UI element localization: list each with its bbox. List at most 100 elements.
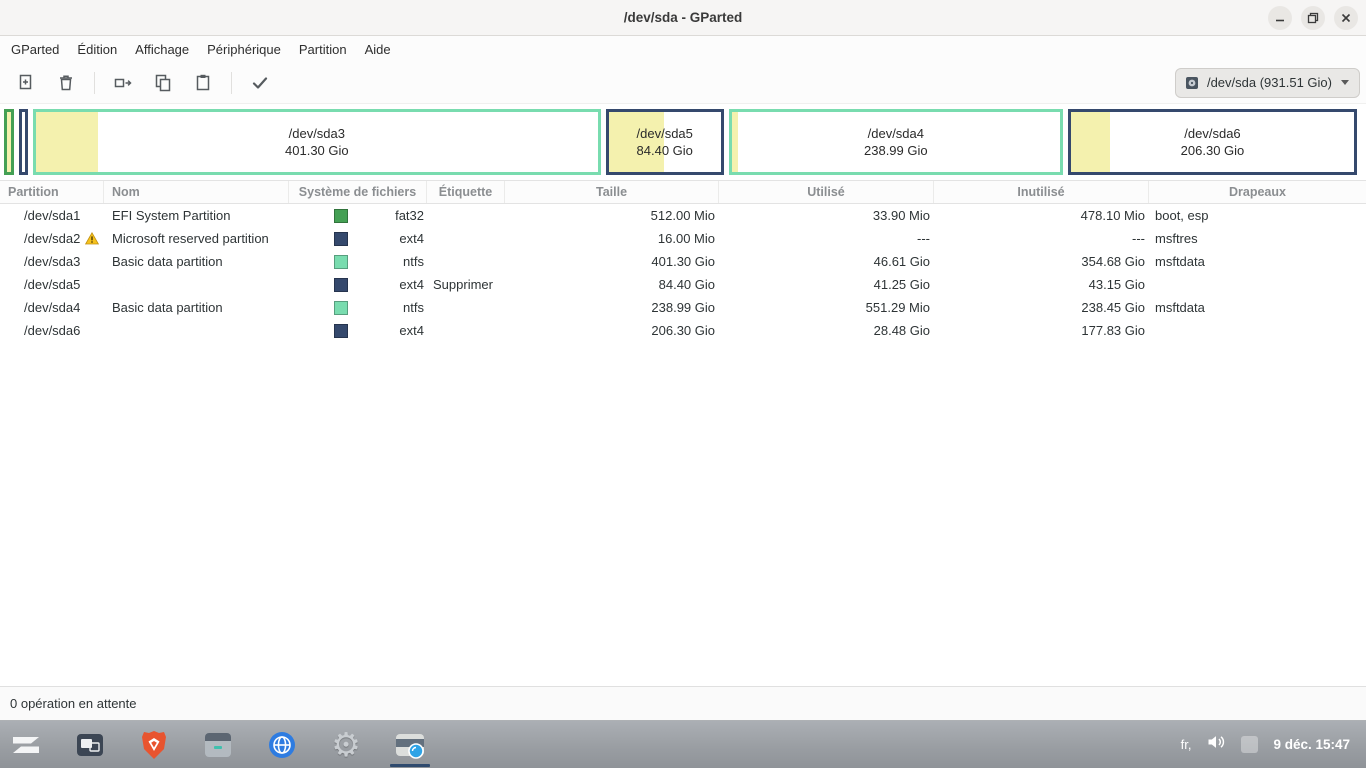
filesystem-color-swatch xyxy=(334,301,348,315)
delete-partition-button[interactable] xyxy=(46,66,86,100)
device-selector[interactable]: /dev/sda (931.51 Gio) xyxy=(1175,68,1360,98)
restore-icon xyxy=(1307,12,1319,24)
window-title: /dev/sda - GParted xyxy=(624,10,743,25)
filesystem-color-swatch xyxy=(334,324,348,338)
menu-item-edition[interactable]: Édition xyxy=(68,38,126,61)
close-button[interactable] xyxy=(1334,6,1358,30)
segment-size-label: 401.30 Gio xyxy=(285,142,349,159)
settings-button[interactable]: ⚙ xyxy=(326,723,366,767)
menubar: GPartedÉditionAffichagePériphériqueParti… xyxy=(0,36,1366,62)
column-header-systeme-de-fichiers[interactable]: Système de fichiers xyxy=(289,181,427,203)
cell-used: 33.90 Mio xyxy=(719,208,934,223)
menu-item-partition[interactable]: Partition xyxy=(290,38,356,61)
volume-icon[interactable] xyxy=(1206,732,1226,757)
menu-item-affichage[interactable]: Affichage xyxy=(126,38,198,61)
clock[interactable]: 9 déc. 15:47 xyxy=(1273,737,1350,752)
menu-item-aide[interactable]: Aide xyxy=(356,38,400,61)
taskbar: ⚙ fr, 9 déc. 1 xyxy=(0,720,1366,768)
cell-unused: 177.83 Gio xyxy=(934,323,1149,338)
cell-partition: /dev/sda2 xyxy=(0,231,104,246)
table-row-sda5[interactable]: /dev/sda5ext4Supprimer84.40 Gio41.25 Gio… xyxy=(0,273,1366,296)
table-row-sda4[interactable]: /dev/sda4Basic data partitionntfs238.99 … xyxy=(0,296,1366,319)
cell-size: 512.00 Mio xyxy=(505,208,719,223)
restore-button[interactable] xyxy=(1301,6,1325,30)
new-partition-icon xyxy=(16,73,36,93)
cell-flags: boot, esp xyxy=(1149,208,1366,223)
cell-name: Basic data partition xyxy=(104,254,289,269)
column-header-inutilise[interactable]: Inutilisé xyxy=(934,181,1149,203)
zorin-menu-button[interactable] xyxy=(6,723,46,767)
cell-unused: 354.68 Gio xyxy=(934,254,1149,269)
zorin-menu-icon xyxy=(10,729,42,761)
cell-label: Supprimer xyxy=(427,277,505,292)
partition-segment-sda2[interactable] xyxy=(19,109,29,175)
device-selector-label: /dev/sda (931.51 Gio) xyxy=(1207,75,1332,90)
cell-name: Microsoft reserved partition xyxy=(104,231,289,246)
tray-icon[interactable] xyxy=(1241,736,1258,753)
segment-size-label: 238.99 Gio xyxy=(864,142,928,159)
cell-partition: /dev/sda1 xyxy=(0,208,104,223)
table-row-sda3[interactable]: /dev/sda3 Basic data partition ntfs 401.30 … xyxy=(0,250,1366,273)
segment-size-label: 206.30 Gio xyxy=(1181,142,1245,159)
menu-item-gparted[interactable]: GParted xyxy=(2,38,68,61)
cell-size: 84.40 Gio xyxy=(505,277,719,292)
cell-size: 401.30 Gio xyxy=(505,254,719,269)
partition-path: /dev/sda2 xyxy=(24,231,80,246)
segment-labels: /dev/sda6206.30 Gio xyxy=(1071,112,1354,172)
cell-filesystem: ntfs xyxy=(289,300,427,315)
keyboard-layout-indicator[interactable]: fr, xyxy=(1181,737,1192,752)
cell-partition: /dev/sda5 xyxy=(0,277,104,292)
paste-button[interactable] xyxy=(183,66,223,100)
apply-operations-button[interactable] xyxy=(240,66,280,100)
delete-icon xyxy=(56,73,76,93)
column-header-drapeaux[interactable]: Drapeaux xyxy=(1149,181,1366,203)
new-partition-button[interactable] xyxy=(6,66,46,100)
brave-browser-button[interactable] xyxy=(134,723,174,767)
filesystem-color-swatch xyxy=(334,255,348,269)
close-icon xyxy=(1340,12,1352,24)
column-header-etiquette[interactable]: Étiquette xyxy=(427,181,505,203)
menu-item-peripherique[interactable]: Périphérique xyxy=(198,38,290,61)
partition-segment-sda1[interactable] xyxy=(4,109,14,175)
resize-move-button[interactable] xyxy=(103,66,143,100)
active-app-indicator xyxy=(390,764,430,767)
segment-labels: /dev/sda584.40 Gio xyxy=(609,112,721,172)
partition-segment-sda5[interactable]: /dev/sda584.40 Gio xyxy=(606,109,724,175)
column-header-nom[interactable]: Nom xyxy=(104,181,289,203)
cell-name: EFI System Partition xyxy=(104,208,289,223)
table-row-sda6[interactable]: /dev/sda6ext4206.30 Gio28.48 Gio177.83 G… xyxy=(0,319,1366,342)
apply-check-icon xyxy=(250,73,270,93)
terminal-button[interactable] xyxy=(198,723,238,767)
window-controls xyxy=(1268,6,1358,30)
table-header-row: PartitionNomSystème de fichiersÉtiquette… xyxy=(0,180,1366,204)
cell-size: 206.30 Gio xyxy=(505,323,719,338)
titlebar: /dev/sda - GParted xyxy=(0,0,1366,36)
cell-filesystem: ext4 xyxy=(289,231,427,246)
statusbar: 0 opération en attente xyxy=(0,686,1366,720)
cell-filesystem: ext4 xyxy=(289,277,427,292)
segment-used-fill xyxy=(7,112,11,172)
copy-button[interactable] xyxy=(143,66,183,100)
column-header-partition[interactable]: Partition xyxy=(0,181,104,203)
partition-segment-sda3[interactable]: /dev/sda3401.30 Gio xyxy=(33,109,601,175)
taskbar-apps: ⚙ xyxy=(0,723,430,767)
workspaces-button[interactable] xyxy=(70,723,110,767)
column-header-taille[interactable]: Taille xyxy=(505,181,719,203)
warning-icon xyxy=(85,232,99,245)
minimize-button[interactable] xyxy=(1268,6,1292,30)
column-header-utilise[interactable]: Utilisé xyxy=(719,181,934,203)
table-row-sda2[interactable]: /dev/sda2 Microsoft reserved partitionext… xyxy=(0,227,1366,250)
cell-unused: --- xyxy=(934,231,1149,246)
partition-path: /dev/sda6 xyxy=(24,323,80,338)
partition-segment-sda4[interactable]: /dev/sda4238.99 Gio xyxy=(729,109,1063,175)
cell-flags: msftdata xyxy=(1149,254,1366,269)
table-row-sda1[interactable]: /dev/sda1EFI System Partitionfat32512.00… xyxy=(0,204,1366,227)
filesystem-name: ntfs xyxy=(403,254,424,269)
partition-path: /dev/sda3 xyxy=(24,254,80,269)
segment-device-label: /dev/sda5 xyxy=(637,125,693,142)
software-button[interactable] xyxy=(262,723,302,767)
partition-map: /dev/sda3401.30 Gio/dev/sda584.40 Gio/de… xyxy=(0,104,1366,180)
toolbar-separator xyxy=(94,72,95,94)
gparted-button[interactable] xyxy=(390,723,430,767)
partition-segment-sda6[interactable]: /dev/sda6206.30 Gio xyxy=(1068,109,1357,175)
